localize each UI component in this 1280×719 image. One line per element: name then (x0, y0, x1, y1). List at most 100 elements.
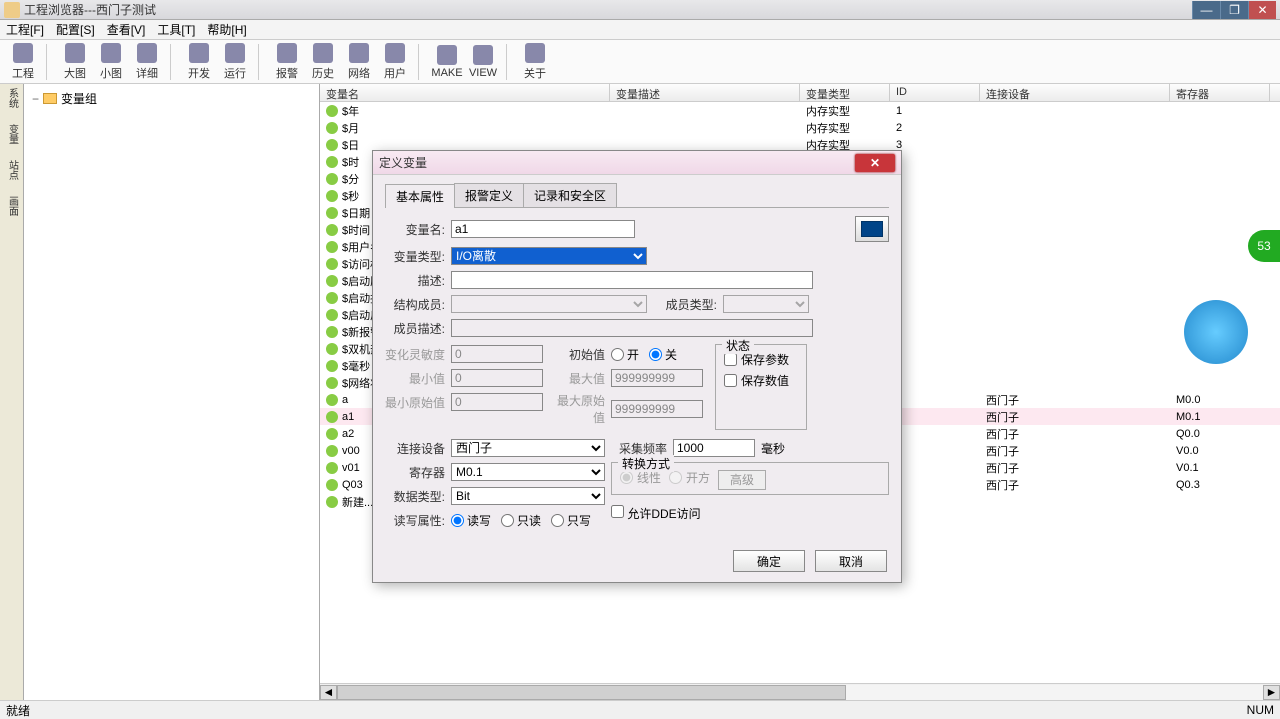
select-struct (451, 295, 647, 313)
maximize-button[interactable]: ❐ (1220, 1, 1248, 19)
lbl-max: 最大值 (549, 370, 605, 387)
input-maxraw (611, 400, 703, 418)
scroll-track[interactable] (337, 685, 1263, 700)
tb-detail[interactable]: 详细 (130, 43, 164, 81)
input-max (611, 369, 703, 387)
scroll-right-icon[interactable]: ► (1263, 685, 1280, 700)
chk-dde[interactable]: 允许DDE访问 (611, 505, 701, 522)
make-icon (437, 45, 457, 65)
menu-project[interactable]: 工程[F] (6, 21, 44, 38)
variable-icon (326, 224, 338, 236)
tree-root[interactable]: 变量组 (28, 88, 315, 109)
input-freq[interactable] (673, 439, 755, 457)
browse-button[interactable] (855, 216, 889, 242)
tab-alarm[interactable]: 报警定义 (454, 183, 524, 207)
tb-net[interactable]: 网络 (342, 43, 376, 81)
app-icon (4, 2, 20, 18)
minimize-button[interactable]: — (1192, 1, 1220, 19)
alarm-icon (277, 43, 297, 63)
menu-view[interactable]: 查看[V] (107, 21, 146, 38)
variable-icon (326, 190, 338, 202)
select-vartype[interactable]: I/O离散 (451, 247, 647, 265)
dialog-close-button[interactable]: ✕ (855, 154, 895, 172)
tb-view[interactable]: VIEW (466, 45, 500, 79)
select-device[interactable]: 西门子 (451, 439, 605, 457)
scroll-thumb[interactable] (337, 685, 846, 700)
col-dev[interactable]: 连接设备 (980, 84, 1170, 101)
menu-config[interactable]: 配置[S] (56, 21, 95, 38)
col-type[interactable]: 变量类型 (800, 84, 890, 101)
vside-screen[interactable]: 画面 (4, 196, 20, 224)
lbl-desc: 描述: (385, 272, 445, 289)
tb-large[interactable]: 大图 (58, 43, 92, 81)
project-icon (13, 43, 33, 63)
input-desc[interactable] (451, 271, 813, 289)
ok-button[interactable]: 确定 (733, 550, 805, 572)
tb-history[interactable]: 历史 (306, 43, 340, 81)
dialog-title: 定义变量 (379, 154, 855, 171)
dialog-titlebar[interactable]: 定义变量 ✕ (373, 151, 901, 175)
tb-dev[interactable]: 开发 (182, 43, 216, 81)
input-min (451, 369, 543, 387)
variable-icon (326, 105, 338, 117)
list-row[interactable]: $月内存实型2 (320, 119, 1280, 136)
variable-icon (326, 496, 338, 508)
variable-icon (326, 292, 338, 304)
tab-basic[interactable]: 基本属性 (385, 184, 455, 208)
scroll-left-icon[interactable]: ◄ (320, 685, 337, 700)
tb-project[interactable]: 工程 (6, 43, 40, 81)
lbl-maxraw: 最大原始值 (549, 392, 605, 426)
small-icon (101, 43, 121, 63)
variable-icon (326, 258, 338, 270)
variable-icon (326, 326, 338, 338)
radio-ro[interactable]: 只读 (501, 512, 541, 529)
menu-help[interactable]: 帮助[H] (207, 21, 246, 38)
variable-icon (326, 411, 338, 423)
variable-icon (326, 428, 338, 440)
tb-run[interactable]: 运行 (218, 43, 252, 81)
lbl-rwattr: 读写属性: (385, 512, 445, 529)
variable-icon (326, 122, 338, 134)
cancel-button[interactable]: 取消 (815, 550, 887, 572)
col-id[interactable]: ID (890, 84, 980, 101)
input-varname[interactable] (451, 220, 635, 238)
define-variable-dialog: 定义变量 ✕ 基本属性 报警定义 记录和安全区 变量名: 变量类型: I/O离散… (372, 150, 902, 583)
radio-on[interactable]: 开 (611, 346, 639, 363)
vside-system[interactable]: 系统 (4, 88, 20, 116)
lbl-conv: 转换方式 (618, 455, 674, 472)
h-scrollbar[interactable]: ◄ ► (320, 683, 1280, 700)
tb-make[interactable]: MAKE (430, 45, 464, 79)
tb-alarm[interactable]: 报警 (270, 43, 304, 81)
status-num: NUM (1247, 703, 1274, 717)
select-dtype[interactable]: Bit (451, 487, 605, 505)
col-desc[interactable]: 变量描述 (610, 84, 800, 101)
variable-icon (326, 445, 338, 457)
vside-variable[interactable]: 变量 (4, 124, 20, 152)
col-name[interactable]: 变量名 (320, 84, 610, 101)
radio-wo[interactable]: 只写 (551, 512, 591, 529)
variable-icon (326, 462, 338, 474)
lbl-min: 最小值 (385, 370, 445, 387)
close-button[interactable]: ✕ (1248, 1, 1276, 19)
tb-user[interactable]: 用户 (378, 43, 412, 81)
lbl-memtype: 成员类型: (657, 296, 717, 313)
dev-icon (189, 43, 209, 63)
chk-savedata[interactable]: 保存数值 (724, 372, 798, 389)
input-memdesc (451, 319, 813, 337)
tb-small[interactable]: 小图 (94, 43, 128, 81)
variable-icon (326, 394, 338, 406)
col-reg[interactable]: 寄存器 (1170, 84, 1270, 101)
vside-station[interactable]: 站点 (4, 160, 20, 188)
variable-icon (326, 156, 338, 168)
select-register[interactable]: M0.1 (451, 463, 605, 481)
menu-tools[interactable]: 工具[T] (157, 21, 195, 38)
lbl-vartype: 变量类型: (385, 248, 445, 265)
detail-icon (137, 43, 157, 63)
variable-icon (326, 343, 338, 355)
radio-rw[interactable]: 读写 (451, 512, 491, 529)
tb-about[interactable]: 关于 (518, 43, 552, 81)
radio-off[interactable]: 关 (649, 346, 677, 363)
list-row[interactable]: $年内存实型1 (320, 102, 1280, 119)
card-icon (861, 221, 883, 237)
tab-record[interactable]: 记录和安全区 (523, 183, 617, 207)
